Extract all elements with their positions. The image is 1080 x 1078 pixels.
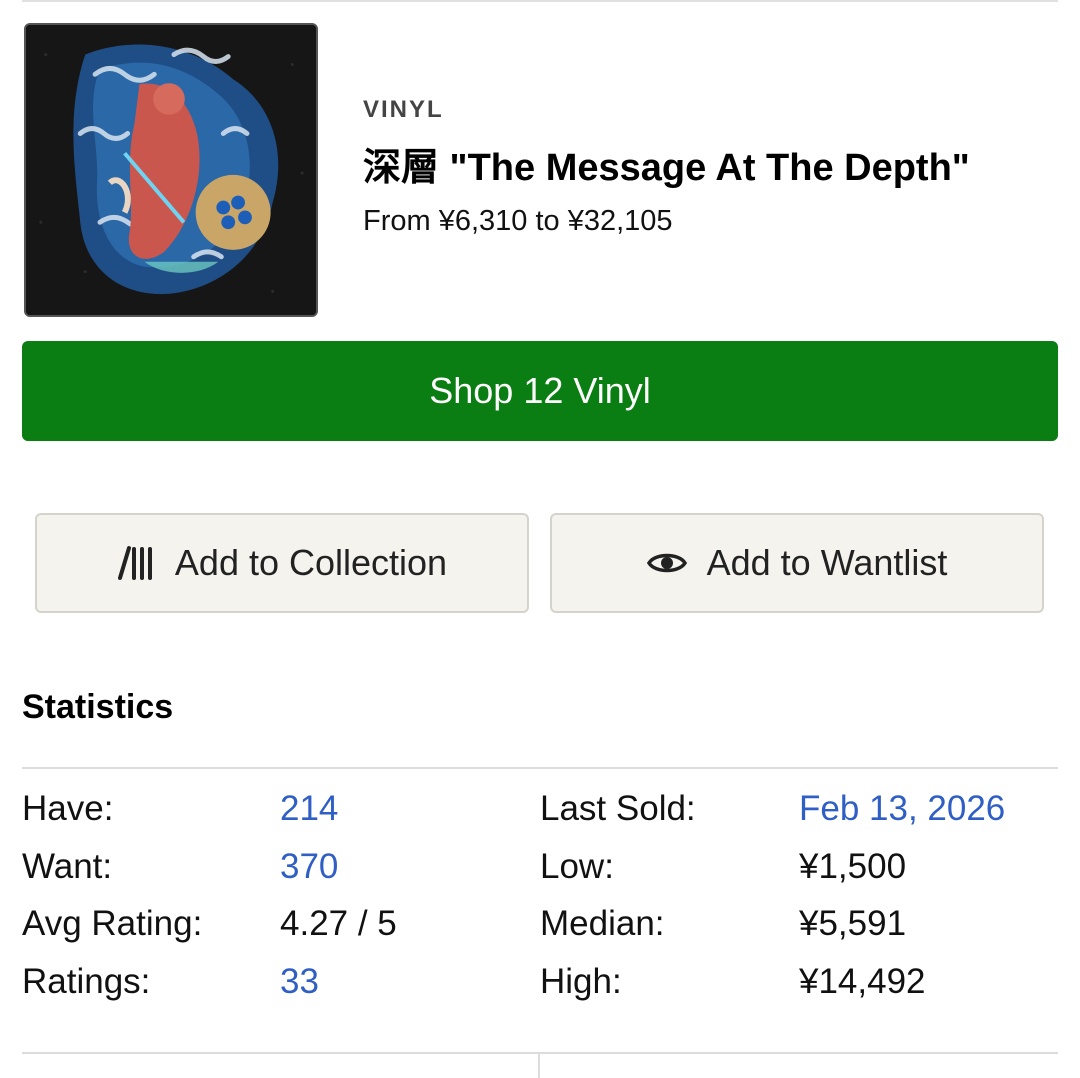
median-price-value: ¥5,591 — [799, 904, 907, 943]
eye-icon — [646, 550, 687, 576]
album-cover-art — [26, 25, 316, 315]
bottom-column-divider — [538, 1052, 540, 1078]
stat-label: Last Sold: — [540, 789, 696, 828]
shop-button[interactable]: Shop 12 Vinyl — [22, 341, 1058, 441]
add-to-wantlist-button[interactable]: Add to Wantlist — [550, 513, 1044, 613]
have-count-link[interactable]: 214 — [280, 780, 338, 838]
price-range: From ¥6,310 to ¥32,105 — [363, 205, 673, 237]
stat-label: Want: — [22, 846, 113, 886]
statistics-divider — [22, 767, 1058, 769]
bottom-divider — [22, 1052, 1058, 1054]
album-cover[interactable] — [24, 23, 318, 317]
low-price-value: ¥1,500 — [799, 846, 907, 886]
release-page: VINYL 深層 "The Message At The Depth" From… — [0, 0, 1080, 1078]
add-to-collection-label: Add to Collection — [174, 542, 448, 583]
want-count-link[interactable]: 370 — [280, 838, 338, 896]
stat-label: Ratings: — [22, 961, 151, 1001]
stat-label: Avg Rating: — [22, 904, 203, 943]
collection-icon — [117, 545, 155, 581]
statistics-heading: Statistics — [22, 688, 174, 726]
release-title: 深層 "The Message At The Depth" — [363, 147, 970, 189]
avg-rating-value: 4.27 / 5 — [280, 904, 397, 943]
last-sold-link[interactable]: Feb 13, 2026 — [799, 780, 1005, 838]
release-info: VINYL 深層 "The Message At The Depth" From… — [363, 96, 1060, 238]
release-format: VINYL — [363, 96, 444, 123]
top-divider — [22, 0, 1058, 2]
add-to-wantlist-label: Add to Wantlist — [706, 542, 948, 583]
add-to-collection-button[interactable]: Add to Collection — [35, 513, 529, 613]
stat-label: Have: — [22, 789, 114, 828]
stat-label: Low: — [540, 846, 614, 886]
stat-label: Median: — [540, 904, 665, 943]
stat-label: High: — [540, 961, 622, 1001]
ratings-count-link[interactable]: 33 — [280, 953, 319, 1011]
high-price-value: ¥14,492 — [799, 961, 926, 1001]
